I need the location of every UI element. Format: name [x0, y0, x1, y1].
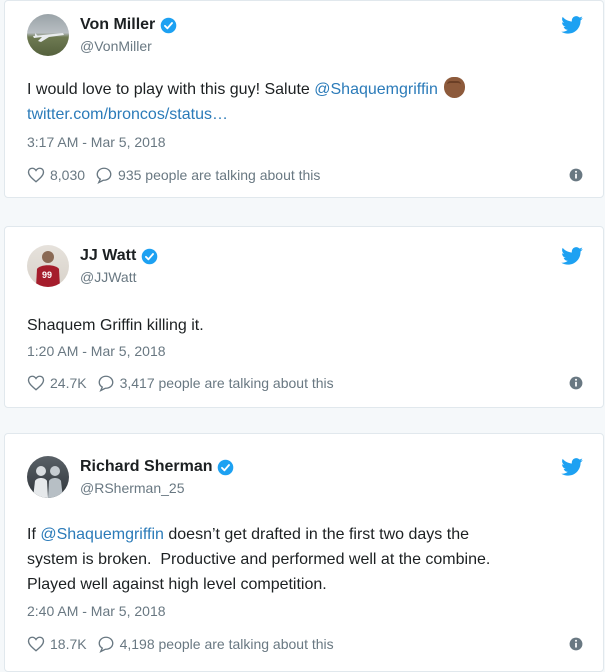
- author-handle[interactable]: @RSherman_25: [80, 480, 234, 496]
- tweet-text-line1: doesn’t get drafted in the first two day…: [163, 526, 469, 543]
- verified-badge-icon: [142, 248, 158, 264]
- mention-link[interactable]: @Shaquemgriffin: [314, 81, 438, 98]
- tweet-text: If @Shaquemgriffin doesn’t get drafted i…: [27, 522, 579, 597]
- reply-bubble-icon: [98, 375, 114, 392]
- raised-fist-emoji-icon: [443, 77, 465, 98]
- tweet-timestamp[interactable]: 2:40 AM - Mar 5, 2018: [27, 603, 166, 619]
- like-action[interactable]: 24.7K: [27, 374, 87, 392]
- like-count: 8,030: [50, 167, 86, 183]
- tweet-text-prefix: If: [27, 526, 41, 543]
- conversation-action[interactable]: 935 people are talking about this: [95, 166, 320, 184]
- svg-text:99: 99: [42, 270, 52, 280]
- info-icon[interactable]: [569, 376, 583, 390]
- like-action[interactable]: 18.7K: [27, 635, 87, 653]
- tweet-header: Von Miller @VonMiller: [27, 14, 583, 60]
- info-icon[interactable]: [569, 168, 583, 182]
- verified-badge-icon: [218, 459, 234, 475]
- tweet-text-body: I would love to play with this guy! Salu…: [27, 81, 315, 98]
- author-name[interactable]: Von Miller: [80, 16, 155, 34]
- tweet-text-line2: system is broken. Productive and perform…: [27, 551, 491, 568]
- twitter-bird-icon[interactable]: [561, 16, 583, 34]
- verified-badge-icon: [160, 17, 177, 33]
- reply-bubble-icon: [96, 167, 112, 184]
- tweet-text: Shaquem Griffin killing it.: [27, 317, 204, 334]
- tweet-text: I would love to play with this guy! Salu…: [27, 77, 579, 127]
- author-name[interactable]: Richard Sherman: [80, 458, 212, 476]
- avatar[interactable]: [27, 14, 69, 56]
- conversation-action[interactable]: 3,417 people are talking about this: [97, 374, 334, 392]
- tweet-actions: 8,030 935 people are talking about this: [27, 164, 583, 186]
- twitter-bird-icon[interactable]: [561, 458, 583, 476]
- author-handle[interactable]: @VonMiller: [80, 38, 177, 54]
- reply-bubble-icon: [98, 636, 114, 653]
- talking-count: 935 people are talking about this: [118, 167, 321, 183]
- author-name[interactable]: JJ Watt: [80, 247, 136, 265]
- tweet-text-line3: Played well against high level competiti…: [27, 576, 327, 593]
- tweet-actions: 18.7K 4,198 people are talking about thi…: [27, 633, 583, 655]
- tweet-header: 99 JJ Watt @JJWatt: [27, 245, 583, 291]
- tweet-card-von-miller[interactable]: Von Miller @VonMiller I would love to pl…: [4, 0, 604, 198]
- heart-icon: [27, 636, 45, 652]
- status-link[interactable]: twitter.com/broncos/status…: [27, 102, 579, 127]
- tweet-timestamp[interactable]: 3:17 AM - Mar 5, 2018: [27, 134, 166, 150]
- talking-count: 4,198 people are talking about this: [119, 636, 334, 652]
- author-handle[interactable]: @JJWatt: [80, 269, 158, 285]
- avatar[interactable]: [27, 456, 69, 498]
- tweet-header: Richard Sherman @RSherman_25: [27, 456, 583, 502]
- tweet-timestamp[interactable]: 1:20 AM - Mar 5, 2018: [27, 343, 166, 359]
- heart-icon: [27, 375, 45, 391]
- like-count: 18.7K: [50, 636, 87, 652]
- tweet-card-jj-watt[interactable]: 99 JJ Watt @JJWatt Shaquem Griffin killi…: [4, 226, 604, 408]
- twitter-bird-icon[interactable]: [561, 247, 583, 265]
- conversation-action[interactable]: 4,198 people are talking about this: [97, 635, 334, 653]
- tweet-card-richard-sherman[interactable]: Richard Sherman @RSherman_25 If @Shaquem…: [4, 433, 604, 672]
- avatar[interactable]: 99: [27, 245, 69, 287]
- talking-count: 3,417 people are talking about this: [119, 375, 334, 391]
- mention-link[interactable]: @Shaquemgriffin: [40, 526, 164, 543]
- heart-icon: [27, 167, 45, 183]
- info-icon[interactable]: [569, 637, 583, 651]
- like-count: 24.7K: [50, 375, 87, 391]
- like-action[interactable]: 8,030: [27, 166, 85, 184]
- tweet-actions: 24.7K 3,417 people are talking about thi…: [27, 372, 583, 394]
